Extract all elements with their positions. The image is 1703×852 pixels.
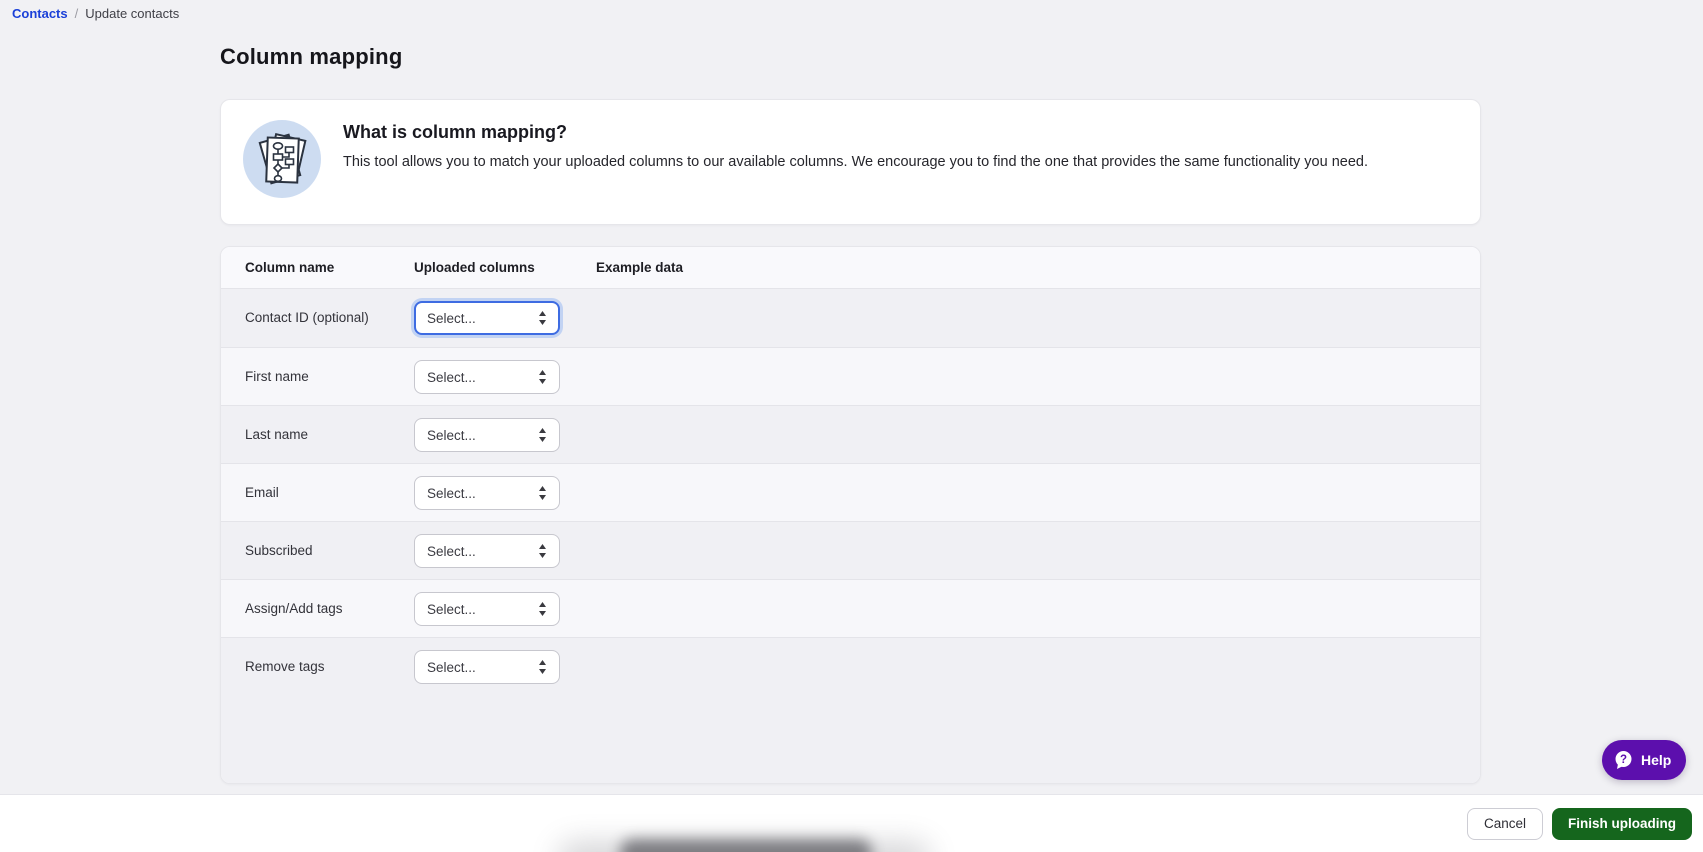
table-row-remove-tags: Remove tags Select... [221,637,1480,783]
breadcrumb-current: Update contacts [85,6,180,21]
column-name-label: Subscribed [245,543,313,558]
uploaded-column-select[interactable]: Select... [414,301,560,335]
uploaded-column-select[interactable]: Select... [414,476,560,510]
cancel-button[interactable]: Cancel [1466,807,1543,840]
select-stepper-icon [539,660,546,674]
breadcrumb-separator: / [74,6,79,21]
table-row-last-name: Last name Select... [221,405,1480,463]
example-data-cell [596,592,1480,637]
select-stepper-icon [539,428,546,442]
help-button-label: Help [1641,752,1672,768]
header-example-data: Example data [596,260,684,275]
select-stepper-icon [539,544,546,558]
flowchart-papers-icon [243,120,321,198]
info-card-heading: What is column mapping? [343,122,567,142]
table-row-assign-add-tags: Assign/Add tags Select... [221,579,1480,637]
select-value: Select... [427,485,476,501]
dock-shadow [620,839,872,852]
page-title: Column mapping [220,44,403,69]
column-name-label: Contact ID (optional) [245,310,369,325]
table-row-first-name: First name Select... [221,347,1480,405]
select-value: Select... [427,427,476,443]
select-value: Select... [427,310,476,326]
help-chat-icon: ? [1615,751,1632,769]
column-name-label: Remove tags [245,659,325,674]
table-row-subscribed: Subscribed Select... [221,521,1480,579]
example-data-cell [596,534,1480,579]
select-stepper-icon [539,311,546,325]
column-name-label: Last name [245,427,309,442]
uploaded-column-select[interactable]: Select... [414,592,560,626]
select-value: Select... [427,543,476,559]
example-data-cell [596,301,1480,347]
breadcrumb-contacts-link[interactable]: Contacts [12,6,68,21]
info-card-body: This tool allows you to match your uploa… [343,154,1368,170]
table-header-row: Column name Uploaded columns Example dat… [221,247,1480,289]
header-uploaded-columns: Uploaded columns [414,260,535,275]
select-value: Select... [427,601,476,617]
example-data-cell [596,418,1480,463]
header-column-name: Column name [245,260,335,275]
example-data-cell [596,360,1480,405]
example-data-cell [596,650,1480,783]
uploaded-column-select[interactable]: Select... [414,650,560,684]
svg-text:?: ? [1620,754,1627,766]
select-value: Select... [427,369,476,385]
finish-uploading-button[interactable]: Finish uploading [1552,807,1692,840]
uploaded-column-select[interactable]: Select... [414,418,560,452]
column-name-label: Email [245,485,279,500]
breadcrumb: Contacts / Update contacts [12,6,179,21]
select-stepper-icon [539,486,546,500]
info-card: What is column mapping? This tool allows… [220,99,1481,225]
uploaded-column-select[interactable]: Select... [414,360,560,394]
table-row-email: Email Select... [221,463,1480,521]
column-name-label: Assign/Add tags [245,601,343,616]
table-row-contact-id: Contact ID (optional) Select... [221,289,1480,347]
main-content: Column mapping What is column mapping? T… [220,0,1481,784]
select-stepper-icon [539,602,546,616]
help-button[interactable]: ? Help [1602,740,1687,780]
column-mapping-table: Column name Uploaded columns Example dat… [220,246,1481,784]
select-value: Select... [427,659,476,675]
select-stepper-icon [539,370,546,384]
uploaded-column-select[interactable]: Select... [414,534,560,568]
column-name-label: First name [245,369,309,384]
example-data-cell [596,476,1480,521]
